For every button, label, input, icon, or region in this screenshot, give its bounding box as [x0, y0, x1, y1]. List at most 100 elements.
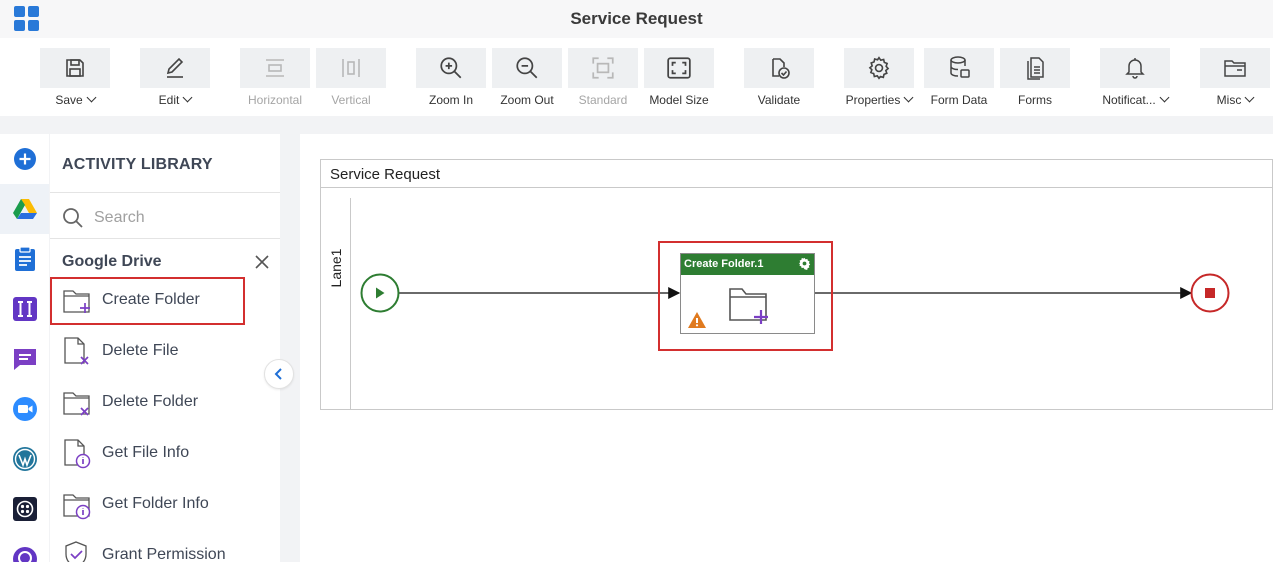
standard-label: Standard	[578, 93, 628, 107]
notifications-label: Notificat...	[1102, 93, 1156, 107]
rail-wordpress[interactable]	[0, 434, 49, 484]
rail-zoom[interactable]	[0, 384, 49, 434]
divider	[50, 238, 280, 239]
title-bar: Service Request	[0, 0, 1273, 38]
standard-button[interactable]: Standard	[568, 48, 638, 110]
properties-button[interactable]: Properties	[844, 48, 914, 110]
chevron-left-icon	[274, 368, 282, 380]
shield-check-icon	[65, 541, 87, 562]
activity-label: Get Folder Info	[102, 495, 209, 512]
activity-label: Get File Info	[102, 444, 190, 461]
create-folder-task[interactable]: Create Folder.1	[680, 253, 815, 334]
chevron-down-icon	[903, 92, 914, 103]
activity-delete-folder[interactable]: Delete Folder	[62, 382, 282, 422]
horizontal-layout-icon	[266, 59, 284, 77]
library-heading: ACTIVITY LIBRARY	[62, 156, 213, 173]
activity-label: Delete File	[102, 342, 179, 359]
rail-google-drive[interactable]	[0, 184, 49, 234]
rail-clipboard[interactable]	[0, 234, 49, 284]
form-data-button[interactable]: Form Data	[924, 48, 994, 110]
misc-folder-icon	[1224, 60, 1246, 77]
activity-grant-permission[interactable]: Grant Permission	[62, 535, 282, 562]
zoom-in-label: Zoom In	[428, 93, 473, 107]
chevron-down-icon	[1159, 92, 1170, 103]
activity-create-folder[interactable]: Create Folder	[62, 280, 282, 320]
save-icon	[66, 59, 84, 77]
app-rail	[0, 134, 49, 562]
page-title: Service Request	[570, 9, 703, 28]
wordpress-icon	[12, 447, 37, 471]
pencil-icon	[166, 57, 184, 78]
activity-label: Delete Folder	[102, 393, 199, 410]
activity-get-folder-info[interactable]: Get Folder Info	[62, 484, 282, 524]
save-label: Save	[55, 93, 83, 107]
zoom-out-icon	[516, 57, 538, 79]
divider	[50, 192, 280, 193]
gear-icon[interactable]	[798, 257, 811, 270]
forms-button[interactable]: Forms	[1000, 48, 1070, 110]
search-icon	[63, 208, 83, 228]
pipe-icon	[12, 297, 37, 321]
vertical-button[interactable]: Vertical	[316, 48, 386, 110]
file-delete-icon	[64, 337, 89, 365]
horizontal-label: Horizontal	[247, 93, 303, 107]
chat-icon	[13, 349, 36, 370]
clipboard-icon	[14, 246, 35, 271]
start-event[interactable]	[360, 273, 400, 313]
chevron-down-icon	[86, 92, 97, 103]
database-icon	[950, 56, 970, 78]
activity-label: Grant Permission	[102, 546, 226, 562]
standard-size-icon	[592, 57, 614, 79]
twilio-icon	[12, 497, 37, 521]
forms-icon	[1027, 57, 1044, 80]
library-search-input[interactable]	[94, 206, 264, 230]
support-icon	[12, 547, 37, 562]
rail-twilio[interactable]	[0, 484, 49, 534]
properties-label: Properties	[845, 93, 901, 107]
activity-get-file-info[interactable]: Get File Info	[62, 433, 282, 473]
add-icon	[13, 148, 36, 170]
zoom-in-icon	[440, 57, 462, 79]
folder-delete-icon	[63, 392, 90, 416]
folder-add-icon	[729, 288, 768, 324]
activity-delete-file[interactable]: Delete File	[62, 331, 282, 371]
validate-button[interactable]: Validate	[744, 48, 814, 110]
folder-info-icon	[63, 494, 91, 520]
vertical-label: Vertical	[331, 93, 371, 107]
zoom-in-button[interactable]: Zoom In	[416, 48, 486, 110]
misc-button[interactable]: Misc	[1200, 48, 1270, 110]
collapse-panel-button[interactable]	[264, 359, 294, 389]
fit-screen-icon	[667, 57, 691, 79]
save-button[interactable]: Save	[40, 48, 110, 110]
google-drive-icon	[12, 199, 37, 219]
vertical-layout-icon	[342, 59, 360, 77]
zoom-video-icon	[12, 397, 37, 421]
horizontal-button[interactable]: Horizontal	[240, 48, 310, 110]
form-data-label: Form Data	[930, 93, 988, 107]
group-title: Google Drive	[62, 253, 162, 270]
activity-library-panel: ACTIVITY LIBRARY Google Drive Create Fol…	[50, 134, 280, 562]
validate-label: Validate	[757, 93, 801, 107]
notifications-button[interactable]: Notificat...	[1100, 48, 1170, 110]
rail-support[interactable]	[0, 534, 49, 562]
chevron-down-icon	[1244, 92, 1255, 103]
forms-label: Forms	[1018, 93, 1052, 107]
task-title: Create Folder.1	[684, 258, 764, 270]
rail-add[interactable]	[0, 134, 49, 184]
zoom-out-label: Zoom Out	[500, 93, 554, 107]
zoom-out-button[interactable]: Zoom Out	[492, 48, 562, 110]
activity-label: Create Folder	[102, 291, 200, 308]
task-header: Create Folder.1	[681, 254, 814, 275]
model-size-button[interactable]: Model Size	[644, 48, 714, 110]
rail-chat[interactable]	[0, 334, 49, 384]
end-event[interactable]	[1190, 273, 1230, 313]
close-icon[interactable]	[255, 255, 269, 269]
process-canvas[interactable]: Service Request Lane1 Create Folder.1	[300, 134, 1273, 562]
chevron-down-icon	[182, 92, 193, 103]
edit-button[interactable]: Edit	[140, 48, 210, 110]
misc-label: Misc	[1216, 93, 1242, 107]
model-size-label: Model Size	[649, 93, 709, 107]
bell-icon	[1125, 58, 1145, 79]
toolbar: Save Edit Horizontal Vertical Zoom In Zo…	[0, 38, 1273, 116]
rail-pipe[interactable]	[0, 284, 49, 334]
